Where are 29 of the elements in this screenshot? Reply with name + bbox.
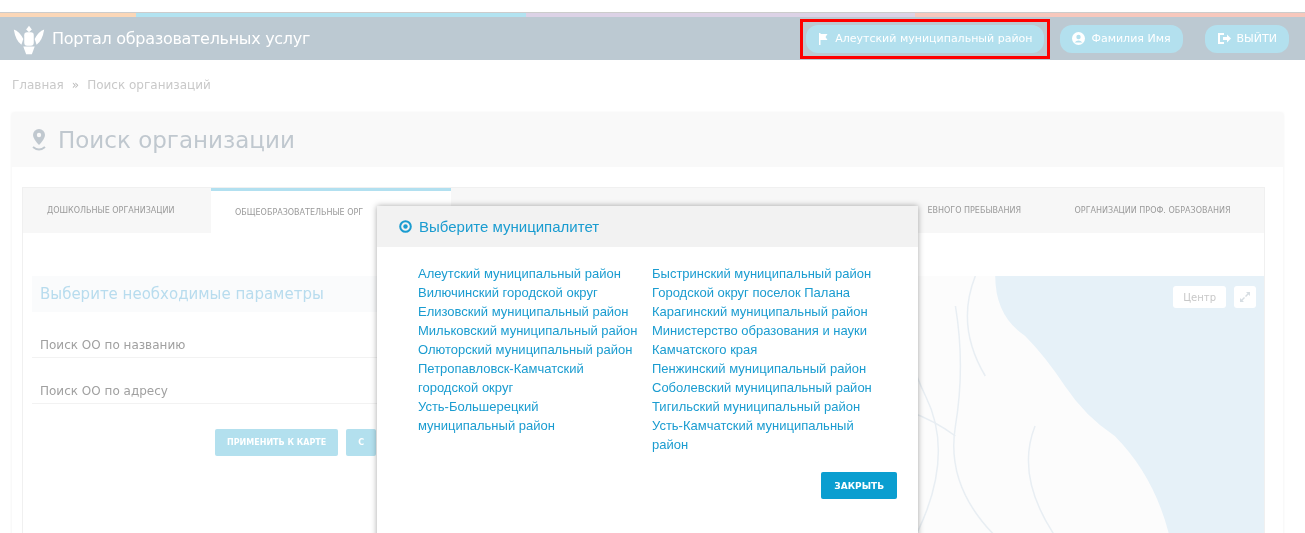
logout-icon <box>1216 32 1231 45</box>
location-pin-icon <box>30 128 48 152</box>
municipality-link[interactable]: Вилючинский городской округ <box>418 283 638 302</box>
tab[interactable]: ДОШКОЛЬНЫЕ ОРГАНИЗАЦИИ <box>23 188 211 233</box>
tab[interactable]: ОРГАНИЗАЦИИ ПРОФ. ОБРАЗОВАНИЯ <box>1041 188 1264 233</box>
page-title: Поиск организации <box>58 127 295 153</box>
municipality-link[interactable]: Быстринский муниципальный район <box>652 264 872 283</box>
location-icon <box>399 220 412 233</box>
municipality-link[interactable]: Олюторский муниципальный район <box>418 340 638 359</box>
municipality-link[interactable]: Алеутский муниципальный район <box>418 264 638 283</box>
fullscreen-button[interactable] <box>1234 286 1256 308</box>
municipality-link[interactable]: Карагинский муниципальный район <box>652 302 872 321</box>
municipality-link[interactable]: Пенжинский муниципальный район <box>652 359 872 378</box>
breadcrumb-separator-icon: » <box>71 78 80 92</box>
municipality-link[interactable]: Городской округ поселок Палана <box>652 283 872 302</box>
municipality-link[interactable]: Соболевский муниципальный район <box>652 378 872 397</box>
municipality-link[interactable]: Мильковский муниципальный район <box>418 321 638 340</box>
municipality-link[interactable]: Усть-Большерецкий муниципальный район <box>418 397 638 435</box>
user-icon <box>1072 32 1086 45</box>
expand-icon <box>1240 292 1250 302</box>
municipality-link[interactable]: Усть-Камчатский муниципальный район <box>652 416 872 454</box>
municipality-link[interactable]: Елизовский муниципальный район <box>418 302 638 321</box>
municipality-link[interactable]: Петропавловск-Камчатский городской округ <box>418 359 638 397</box>
close-button[interactable]: ЗАКРЫТЬ <box>821 472 897 499</box>
filter-title: Выберите необходимые параметры <box>32 276 380 312</box>
municipality-link[interactable]: Министерство образования и науки Камчатского края <box>652 321 872 359</box>
municipality-link[interactable]: Тигильский муниципальный район <box>652 397 872 416</box>
site-title: Портал образовательных услуг <box>52 29 310 48</box>
flag-icon <box>818 32 830 45</box>
